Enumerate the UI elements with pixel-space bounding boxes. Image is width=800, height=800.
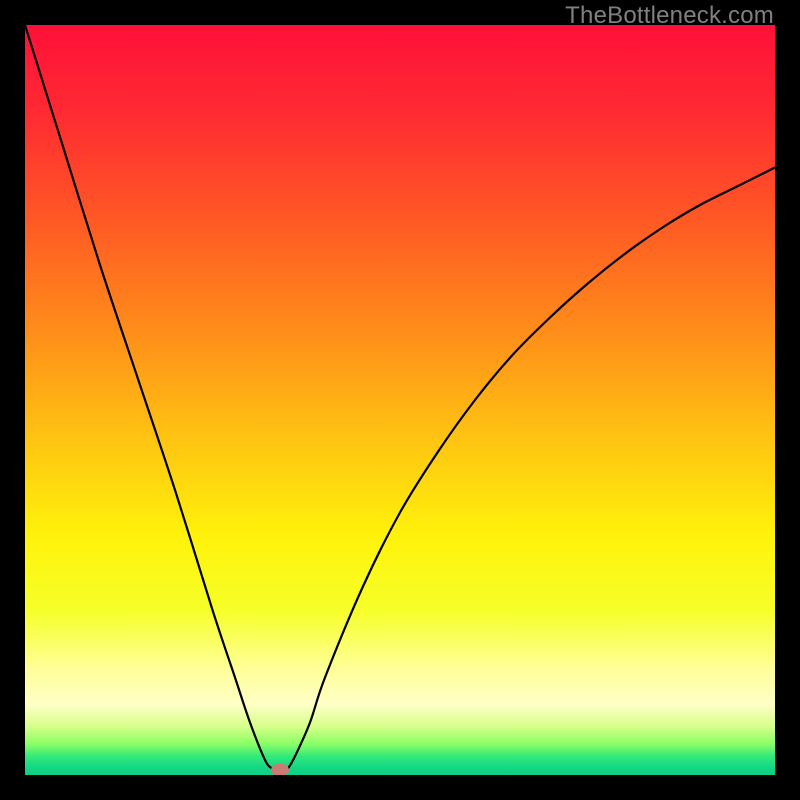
chart-frame xyxy=(25,25,775,775)
watermark-text: TheBottleneck.com xyxy=(565,2,774,30)
bottleneck-chart xyxy=(25,25,775,775)
chart-background xyxy=(25,25,775,775)
